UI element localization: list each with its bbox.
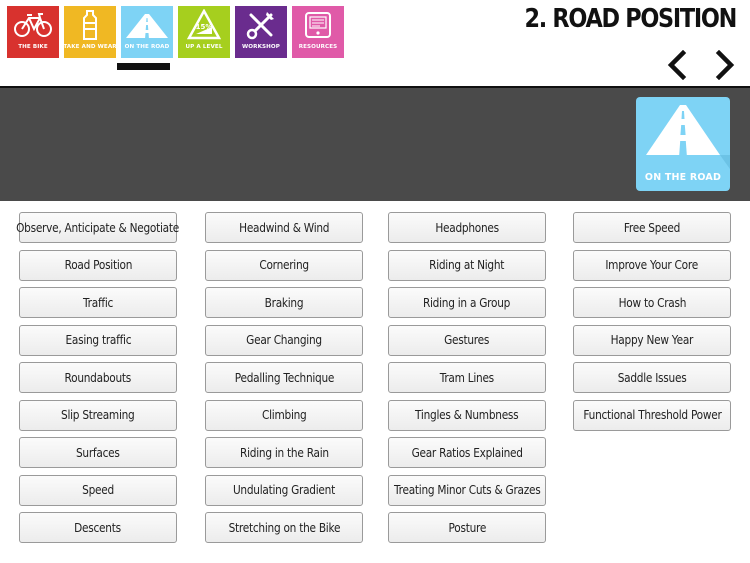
topic-label: Riding in the Rain [239,445,329,460]
page-title: 2. ROAD POSITION [524,4,737,34]
topic-button[interactable]: Gear Ratios Explained [388,437,546,468]
topic-button[interactable]: Speed [19,474,177,506]
topic-button[interactable]: Treating Minor Cuts & Grazes [388,474,546,506]
topic-label: Cornering [259,258,309,272]
topic-label: How to Crash [618,295,686,310]
water-bottle-icon [64,6,116,44]
topic-label: Pedalling Technique [234,370,334,385]
topic-label: Gear Changing [246,333,322,347]
topic-button[interactable]: Riding in the Rain [205,437,363,468]
topic-button[interactable]: Road Position [19,249,177,281]
topic-button[interactable]: Tingles & Numbness [388,399,546,431]
topic-button[interactable]: Traffic [19,287,177,318]
topic-button[interactable]: Braking [205,287,363,318]
topic-label: Tingles & Numbness [415,408,519,422]
topic-label: Gear Ratios Explained [411,445,523,460]
topic-button[interactable]: Roundabouts [19,362,177,393]
topic-label: Headphones [435,220,499,235]
nav-tile-label: WORKSHOP [242,44,280,50]
topic-label: Undulating Gradient [233,483,335,497]
topic-label: Free Speed [623,220,681,235]
topic-label: Surfaces [76,445,120,460]
nav-tile-the-bike[interactable]: THE BIKE [7,6,59,58]
chevron-right-icon [715,49,735,81]
chevron-left-icon [667,49,687,81]
topic-button[interactable]: Descents [19,512,177,543]
topic-label: Traffic [82,295,114,310]
topic-button[interactable]: How to Crash [573,287,731,318]
topics-column-2: Headwind & Wind Cornering Braking Gear C… [205,212,363,543]
nav-tile-workshop[interactable]: WORKSHOP [235,6,287,58]
section-nav: THE BIKE TAKE AND WEAR ON THE ROAD 15% U… [7,6,344,58]
nav-tile-label: THE BIKE [18,44,48,50]
nav-tile-label: TAKE AND WEAR [63,44,117,50]
topic-label: Climbing [261,408,307,422]
topic-button[interactable]: Pedalling Technique [205,362,363,393]
topic-button[interactable]: Slip Streaming [19,399,177,431]
topic-button[interactable]: Headphones [388,212,546,243]
svg-text:15%: 15% [196,23,213,31]
topics-column-3: Headphones Riding at Night Riding in a G… [388,212,546,543]
nav-tile-on-the-road[interactable]: ON THE ROAD [121,6,173,58]
nav-tile-label: RESOURCES [298,44,338,50]
topic-button[interactable]: Easing traffic [19,324,177,356]
topic-label: Easing traffic [65,333,131,347]
previous-arrow-button[interactable] [665,49,689,81]
topic-button[interactable]: Happy New Year [573,324,731,356]
topic-button[interactable]: Climbing [205,399,363,431]
badge-label: ON THE ROAD [644,172,722,183]
topic-label: Braking [264,295,304,310]
topic-label: Posture [448,520,486,535]
next-arrow-button[interactable] [713,49,737,81]
topic-button[interactable]: Undulating Gradient [205,474,363,506]
topic-label: Happy New Year [610,333,694,347]
topic-label: Riding in a Group [423,295,511,310]
nav-tile-take-and-wear[interactable]: TAKE AND WEAR [63,6,117,58]
topic-button[interactable]: Improve Your Core [573,249,731,281]
topic-label: Improve Your Core [605,258,699,272]
nav-tile-label: ON THE ROAD [124,44,170,50]
topic-label: Riding at Night [429,258,505,272]
topic-button[interactable]: Cornering [205,249,363,281]
topic-label: Descents [74,520,122,535]
topic-button[interactable]: Stretching on the Bike [205,512,363,543]
topic-label: Saddle Issues [617,370,687,385]
topic-label: Gestures [444,333,490,347]
topic-button[interactable]: Gear Changing [205,324,363,356]
topic-button[interactable]: Headwind & Wind [205,212,363,243]
topic-button[interactable]: Tram Lines [388,362,546,393]
topic-label: Headwind & Wind [238,220,330,235]
topic-label: Functional Threshold Power [582,408,722,422]
topic-label: Speed [82,483,114,497]
topic-button[interactable]: Surfaces [19,437,177,468]
topic-button[interactable]: Riding in a Group [388,287,546,318]
active-tab-indicator [117,63,170,70]
topic-button[interactable]: Functional Threshold Power [573,399,731,431]
topic-label: Stretching on the Bike [228,520,340,535]
topic-label: Observe, Anticipate & Negotiate [16,220,180,235]
topic-button[interactable]: Saddle Issues [573,362,731,393]
topic-button[interactable]: Free Speed [573,212,731,243]
nav-tile-up-a-level[interactable]: 15% UP A LEVEL [178,6,230,58]
topic-button[interactable]: Posture [388,512,546,543]
topic-label: Treating Minor Cuts & Grazes [393,483,541,497]
tools-icon [235,6,287,44]
topic-button[interactable]: Observe, Anticipate & Negotiate [16,212,180,243]
device-icon [292,6,344,44]
nav-tile-resources[interactable]: RESOURCES [292,6,344,58]
gradient-sign-icon: 15% [178,6,230,44]
topic-label: Roundabouts [64,370,132,385]
road-icon [121,6,173,44]
nav-tile-label: UP A LEVEL [185,44,223,50]
topic-button[interactable]: Riding at Night [388,249,546,281]
topics-column-4: Free Speed Improve Your Core How to Cras… [573,212,731,431]
topic-label: Road Position [64,258,132,272]
section-badge: ON THE ROAD [636,97,730,191]
topic-label: Slip Streaming [61,408,135,422]
topic-button[interactable]: Gestures [388,324,546,356]
bicycle-icon [7,6,59,44]
topic-label: Tram Lines [439,370,495,385]
topics-column-1: Observe, Anticipate & Negotiate Road Pos… [16,212,180,543]
